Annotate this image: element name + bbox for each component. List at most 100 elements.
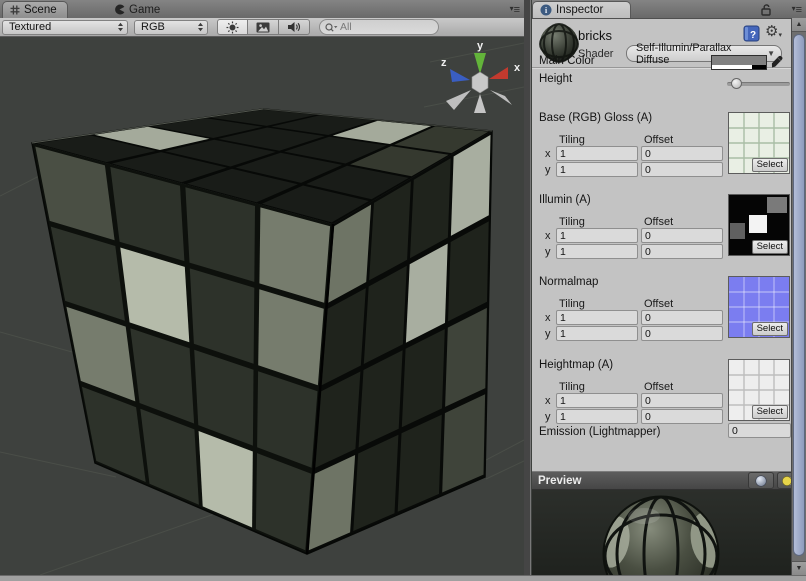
audio-toggle-button[interactable]	[279, 19, 310, 35]
y-axis-label: y	[545, 328, 551, 340]
info-icon: i	[540, 4, 552, 16]
eyedropper-icon[interactable]	[770, 53, 784, 69]
base-x-offset-field[interactable]	[641, 146, 723, 161]
x-axis-label: x	[545, 395, 551, 407]
section-label: Normalmap	[539, 276, 598, 288]
preview-sphere-button[interactable]	[748, 472, 774, 489]
color-swatch-alpha-dark	[752, 65, 766, 69]
normalmap-x-offset-field[interactable]	[641, 310, 723, 325]
lock-icon[interactable]	[760, 3, 772, 16]
tab-game[interactable]: Game	[106, 1, 168, 18]
offset-header: Offset	[644, 298, 673, 310]
base-x-tiling-field[interactable]	[556, 146, 638, 161]
svg-text:y: y	[477, 40, 484, 52]
heightmap-y-tiling-field[interactable]	[556, 409, 638, 424]
normalmap-y-tiling-field[interactable]	[556, 326, 638, 341]
scroll-down-arrow[interactable]: ▼	[792, 561, 806, 575]
svg-text:z: z	[441, 57, 447, 69]
main-color-swatch[interactable]	[711, 55, 767, 70]
height-slider[interactable]	[727, 78, 790, 89]
speaker-icon	[287, 21, 301, 33]
scene-toolbar: Textured RGB	[0, 18, 524, 37]
color-channels-dropdown[interactable]: RGB	[134, 20, 208, 35]
illumin-y-tiling-field[interactable]	[556, 244, 638, 259]
emission-label: Emission (Lightmapper)	[539, 426, 660, 438]
offset-header: Offset	[644, 381, 673, 393]
x-axis-label: x	[545, 230, 551, 242]
tiling-header: Tiling	[559, 134, 585, 146]
panel-splitter[interactable]	[524, 0, 531, 581]
scene-search-field[interactable]	[319, 19, 439, 35]
slider-thumb[interactable]	[731, 78, 742, 89]
base-y-offset-field[interactable]	[641, 162, 723, 177]
emission-field[interactable]	[728, 423, 791, 438]
game-icon	[114, 4, 125, 15]
heightmap-y-offset-field[interactable]	[641, 409, 723, 424]
y-axis-label: y	[545, 246, 551, 258]
scene-view-toggles	[217, 19, 310, 35]
select-button[interactable]: Select	[752, 240, 788, 254]
skybox-toggle-button[interactable]	[248, 19, 279, 35]
illumin-x-tiling-field[interactable]	[556, 228, 638, 243]
normalmap-texture-thumbnail[interactable]: Select	[728, 276, 790, 338]
search-icon	[324, 22, 338, 33]
tiling-header: Tiling	[559, 298, 585, 310]
normalmap-x-tiling-field[interactable]	[556, 310, 638, 325]
illumin-y-offset-field[interactable]	[641, 244, 723, 259]
y-axis-label: y	[545, 164, 551, 176]
height-label: Height	[539, 73, 572, 85]
heightmap-x-offset-field[interactable]	[641, 393, 723, 408]
render-mode-dropdown[interactable]: Textured	[2, 20, 128, 35]
scene-tabbar: Scene Game ▾≡	[0, 0, 524, 19]
material-preview-area[interactable]	[532, 490, 806, 575]
base-y-tiling-field[interactable]	[556, 162, 638, 177]
normalmap-y-offset-field[interactable]	[641, 326, 723, 341]
heightmap-texture-thumbnail[interactable]: Select	[728, 359, 790, 421]
texture-section-illumin: Illumin (A) Select Tiling Offset x y	[532, 194, 806, 274]
heightmap-x-tiling-field[interactable]	[556, 393, 638, 408]
tab-inspector-label: Inspector	[556, 4, 603, 16]
popup-arrows-icon	[117, 22, 124, 32]
preview-label: Preview	[532, 475, 748, 487]
select-button[interactable]: Select	[752, 158, 788, 172]
sphere-icon	[755, 475, 767, 487]
tab-inspector[interactable]: i Inspector	[532, 1, 631, 18]
scene-3d-render: y x z	[0, 37, 524, 575]
scene-viewport[interactable]: y x z	[0, 37, 524, 575]
lighting-toggle-button[interactable]	[217, 19, 248, 35]
popup-arrows-icon	[197, 22, 204, 32]
help-book-icon[interactable]: ?	[743, 25, 760, 42]
x-axis-label: x	[545, 312, 551, 324]
image-icon	[256, 22, 270, 33]
scrollbar-thumb[interactable]	[793, 34, 805, 556]
preview-header[interactable]: Preview	[532, 471, 806, 490]
offset-header: Offset	[644, 216, 673, 228]
tab-scene[interactable]: Scene	[2, 1, 68, 18]
section-label: Illumin (A)	[539, 194, 591, 206]
svg-text:x: x	[514, 62, 521, 74]
scroll-up-arrow[interactable]: ▲	[792, 18, 806, 32]
preview-sphere-render	[532, 490, 806, 575]
illumin-texture-thumbnail[interactable]: Select	[728, 194, 790, 256]
render-mode-value: Textured	[9, 21, 51, 33]
svg-text:?: ?	[750, 30, 756, 41]
tab-game-label: Game	[129, 4, 160, 16]
inspector-pane-menu-icon[interactable]: ▾≡	[792, 3, 802, 16]
tab-scene-label: Scene	[24, 4, 57, 16]
section-label: Base (RGB) Gloss (A)	[539, 112, 652, 124]
sun-icon	[226, 21, 239, 34]
gear-icon[interactable]: ⚙▾	[765, 22, 782, 40]
texture-section-normalmap: Normalmap Select Tiling Offset x y	[532, 276, 806, 356]
select-button[interactable]: Select	[752, 322, 788, 336]
illumin-x-offset-field[interactable]	[641, 228, 723, 243]
material-name: bricks	[578, 28, 612, 43]
scene-pane-menu-icon[interactable]: ▾≡	[510, 3, 520, 16]
window-bottom-edge	[0, 575, 806, 581]
scene-panel: Scene Game ▾≡ Textured RGB	[0, 0, 524, 581]
search-input[interactable]	[340, 21, 410, 33]
inspector-scrollbar[interactable]: ▲ ▼	[791, 18, 806, 575]
select-button[interactable]: Select	[752, 405, 788, 419]
base-texture-thumbnail[interactable]: Select	[728, 112, 790, 174]
tiling-header: Tiling	[559, 216, 585, 228]
main-color-label: Main Color	[539, 55, 595, 67]
